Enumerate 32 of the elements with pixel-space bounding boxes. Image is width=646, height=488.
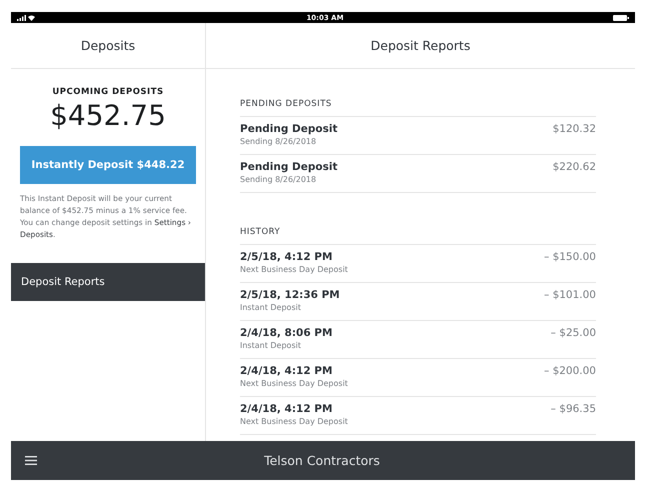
row-amount: – $101.00 xyxy=(544,289,596,303)
row-title: Pending Deposit xyxy=(240,161,338,173)
upcoming-label: UPCOMING DEPOSITS xyxy=(52,87,164,97)
battery-icon xyxy=(612,14,629,20)
row-subtitle: Sending 8/26/2018 xyxy=(240,175,318,184)
panel-title: Deposit Reports xyxy=(370,38,470,53)
sidebar-item[interactable]: Deposit Reports xyxy=(11,263,205,301)
panel-title: Deposits xyxy=(80,38,136,53)
row-title: 2/4/18, 4:12 PM xyxy=(240,365,334,377)
row-title: Pending Deposit xyxy=(240,123,338,135)
row-amount: $220.62 xyxy=(552,161,596,175)
upcoming-amount: $452.75 xyxy=(50,99,166,132)
row-subtitle: Instant Deposit xyxy=(240,341,302,350)
row-amount: $120.32 xyxy=(552,123,596,137)
row-title: 2/4/18, 4:12 PM xyxy=(240,403,334,415)
menu-icon[interactable] xyxy=(25,456,37,465)
row-subtitle: Next Business Day Deposit xyxy=(240,265,348,274)
row-subtitle: Sending 8/26/2018 xyxy=(240,137,318,146)
row-amount: – $96.35 xyxy=(550,403,596,417)
row-amount: – $150.00 xyxy=(544,251,596,265)
row-subtitle: Instant Deposit xyxy=(240,303,302,312)
row-subtitle: Next Business Day Deposit xyxy=(240,417,348,426)
row-title: 2/5/18, 12:36 PM xyxy=(240,289,340,301)
section-title: HISTORY xyxy=(240,227,596,245)
business-name: Telson Contractors xyxy=(263,453,381,468)
section-title: PENDING DEPOSITS xyxy=(240,99,596,117)
row-amount: – $25.00 xyxy=(550,327,596,341)
signal-wifi-icon xyxy=(17,14,37,20)
row-title: 2/4/18, 8:06 PM xyxy=(240,327,332,339)
row-amount: – $200.00 xyxy=(544,365,596,379)
row-subtitle: Next Business Day Deposit xyxy=(240,379,348,388)
row-title: 2/5/18, 4:12 PM xyxy=(240,251,334,263)
